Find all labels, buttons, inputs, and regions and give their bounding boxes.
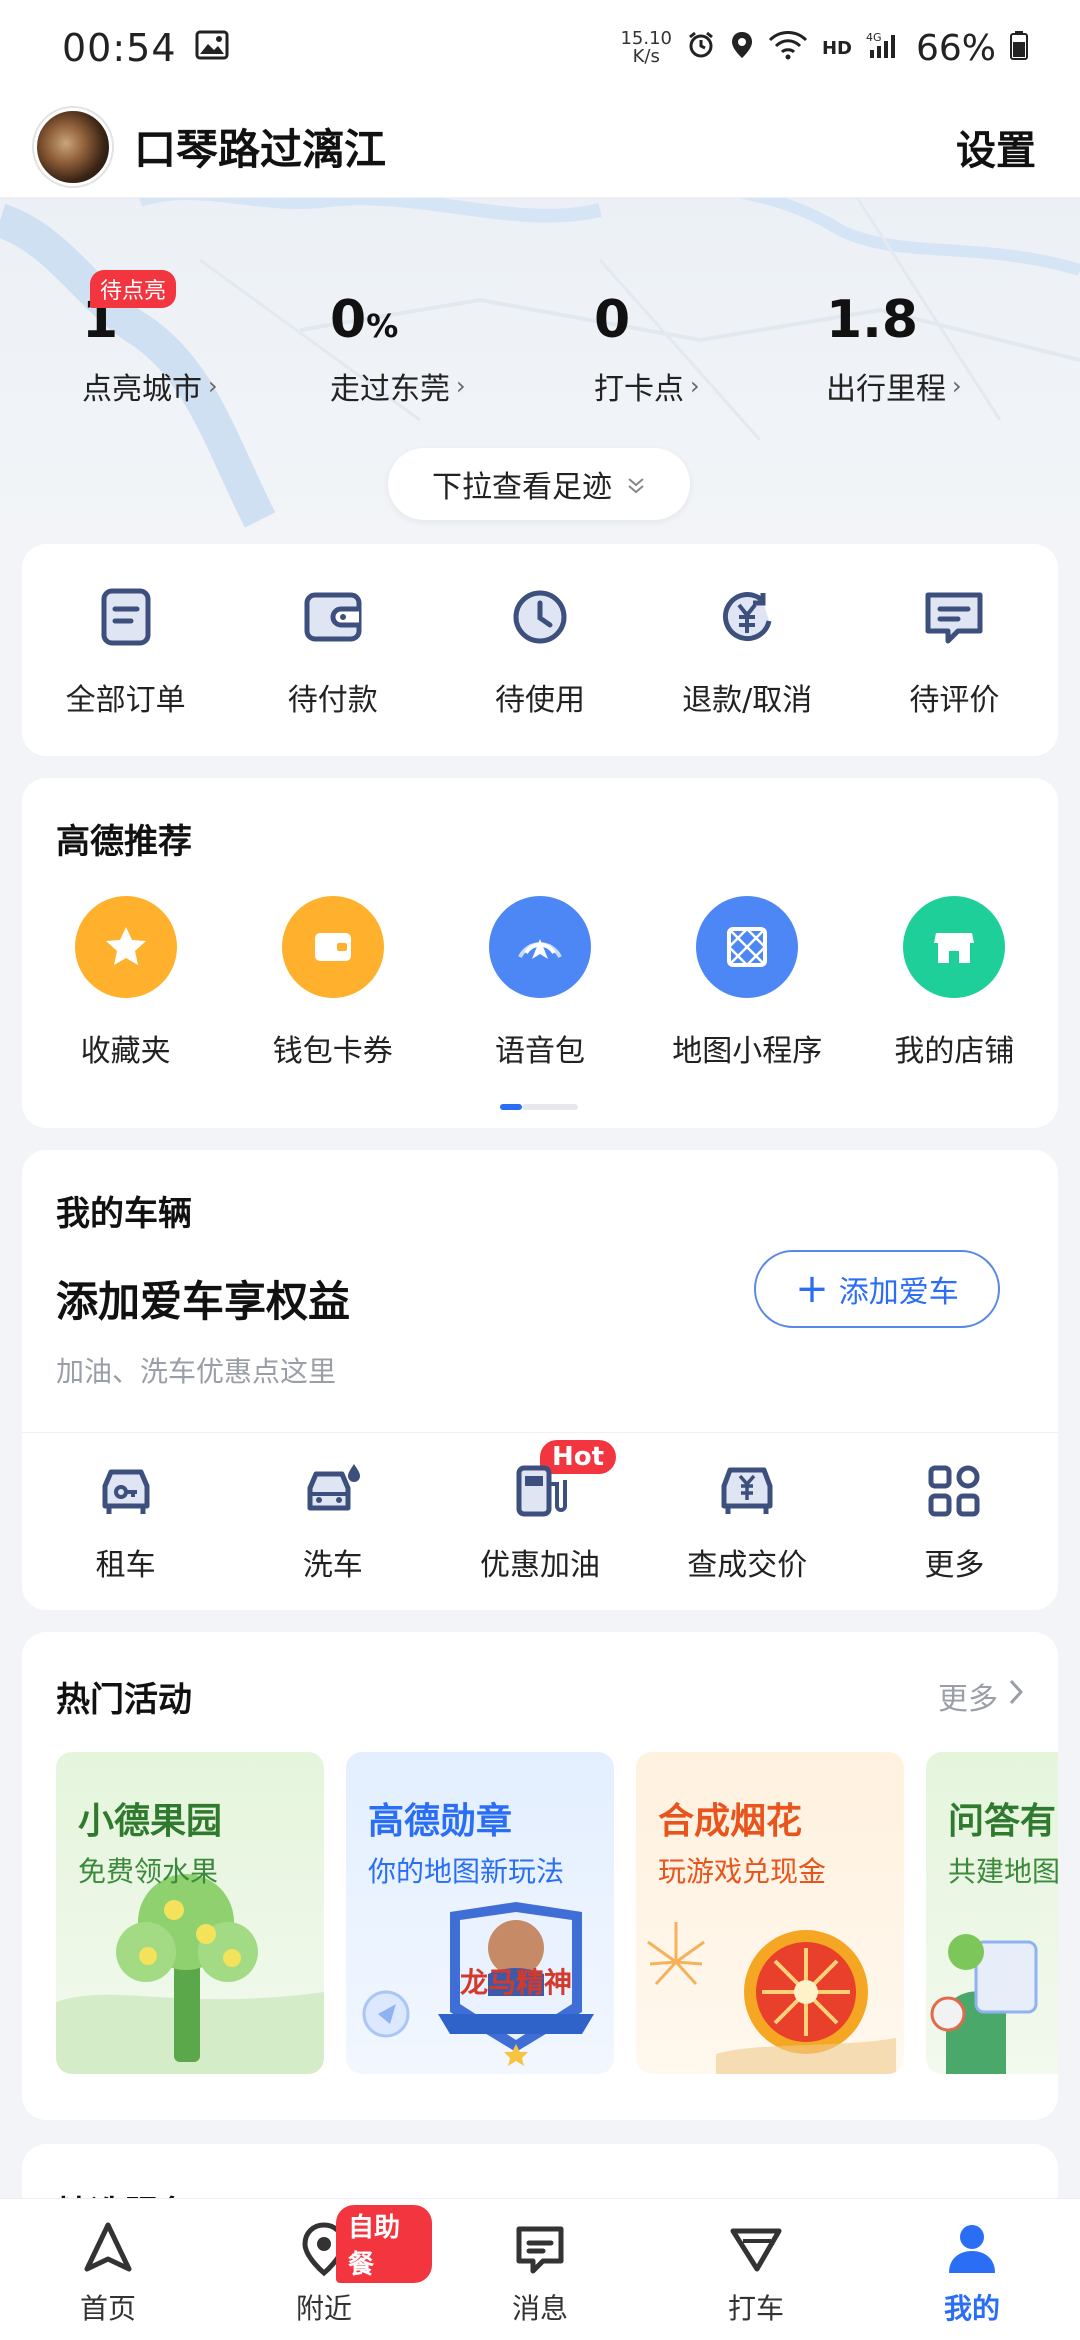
message-icon bbox=[516, 2226, 564, 2274]
wifi-icon bbox=[768, 28, 808, 69]
indicator-dot bbox=[522, 1104, 578, 1110]
fuel-discount[interactable]: 优惠加油 bbox=[436, 1450, 643, 1590]
fuel-icon bbox=[516, 1465, 567, 1517]
tab-nearby[interactable]: 附近 自助餐 bbox=[216, 2199, 432, 2340]
divider bbox=[22, 1432, 1058, 1433]
tab-mine[interactable]: 我的 bbox=[864, 2199, 1080, 2340]
chevron-right-icon: › bbox=[952, 372, 962, 400]
comment-icon bbox=[925, 592, 983, 644]
vehicle-title: 我的车辆 bbox=[56, 1194, 192, 1234]
stat-mileage[interactable]: 1.8 出行里程 › bbox=[826, 290, 962, 408]
clock-icon bbox=[513, 590, 567, 644]
rental-car-icon bbox=[102, 1469, 150, 1514]
order-to-review[interactable]: 待评价 bbox=[851, 544, 1058, 756]
recommend-card: 高德推荐 收藏夹 钱包卡券 语音包 地图小程序 我的店铺 bbox=[22, 778, 1058, 1128]
order-refund[interactable]: 退款/取消 bbox=[644, 544, 851, 756]
car-price-check[interactable]: 查成交价 bbox=[644, 1450, 851, 1590]
vehicle-subtitle: 加油、洗车优惠点这里 bbox=[56, 1355, 337, 1388]
net-speed: 15.10 K/s bbox=[620, 28, 672, 67]
vehicle-more[interactable]: 更多 bbox=[851, 1450, 1058, 1590]
hot-activities-card: 热门活动 更多 小德果园 免费领水果 龙马精神 高德勋章 你的地图新玩法 合成烟… bbox=[22, 1632, 1058, 2120]
vehicle-card: 我的车辆 添加爱车享权益 加油、洗车优惠点这里 + 添加爱车 Hot 租车 洗车… bbox=[22, 1150, 1058, 1610]
car-wash[interactable]: 洗车 bbox=[229, 1450, 436, 1590]
bottom-nav: 首页 附近 自助餐 消息 打车 我的 bbox=[0, 2198, 1080, 2340]
voice-pack-icon bbox=[489, 896, 591, 998]
settings-button[interactable]: 设置 bbox=[956, 118, 1036, 176]
orders-card: 全部订单 待付款 待使用 退款/取消 待评价 bbox=[22, 544, 1058, 756]
rec-favorites[interactable]: 收藏夹 bbox=[22, 896, 229, 1070]
tab-messages[interactable]: 消息 bbox=[432, 2199, 648, 2340]
status-bar: 00:54 15.10 K/s HD 4G 66% bbox=[0, 0, 1080, 96]
avatar[interactable] bbox=[34, 107, 112, 186]
pending-light-badge: 待点亮 bbox=[90, 270, 177, 308]
activity-medal[interactable]: 龙马精神 高德勋章 你的地图新玩法 bbox=[346, 1752, 614, 2074]
nearby-badge: 自助餐 bbox=[336, 2205, 432, 2283]
profile-icon bbox=[949, 2225, 995, 2273]
store-icon bbox=[903, 896, 1006, 998]
order-all[interactable]: 全部订单 bbox=[22, 544, 229, 756]
chevron-right-icon: › bbox=[208, 372, 218, 400]
chevron-right-icon bbox=[1008, 1677, 1024, 1715]
activities-more-link[interactable]: 更多 bbox=[938, 1674, 1024, 1718]
car-wash-icon bbox=[307, 1464, 360, 1511]
add-car-button[interactable]: + 添加爱车 bbox=[754, 1250, 1000, 1328]
tab-home[interactable]: 首页 bbox=[0, 2199, 216, 2340]
chevron-right-icon: › bbox=[690, 372, 700, 400]
rec-voice[interactable]: 语音包 bbox=[436, 896, 643, 1070]
alarm-icon bbox=[686, 28, 716, 69]
refund-icon bbox=[723, 592, 772, 642]
indicator-dot-active bbox=[500, 1104, 522, 1110]
activity-qa[interactable]: 问答有 共建地图 bbox=[926, 1752, 1058, 2074]
profile-header: 口琴路过漓江 设置 bbox=[0, 96, 1080, 198]
medal-calligraphy: 龙马精神 bbox=[460, 1966, 572, 1999]
tab-taxi[interactable]: 打车 bbox=[648, 2199, 864, 2340]
wallet-card-icon bbox=[281, 896, 384, 998]
double-chevron-down-icon bbox=[626, 467, 646, 502]
carousel-indicator bbox=[500, 1104, 578, 1110]
pull-footprint-button[interactable]: 下拉查看足迹 bbox=[388, 448, 690, 520]
order-list-icon bbox=[101, 588, 151, 646]
status-time: 00:54 bbox=[62, 26, 177, 70]
grid-more-icon bbox=[928, 1465, 980, 1517]
svg-text:4G: 4G bbox=[866, 31, 882, 44]
hd-icon: HD bbox=[821, 37, 852, 59]
gallery-icon bbox=[195, 28, 229, 69]
star-icon bbox=[74, 896, 177, 998]
order-unpaid[interactable]: 待付款 bbox=[229, 544, 436, 756]
stat-dongguan[interactable]: 0% 走过东莞 › bbox=[330, 290, 466, 408]
activities-title: 热门活动 bbox=[56, 1680, 192, 1720]
chevron-right-icon: › bbox=[456, 372, 466, 400]
rec-wallet[interactable]: 钱包卡券 bbox=[229, 896, 436, 1070]
activity-orchard[interactable]: 小德果园 免费领水果 bbox=[56, 1752, 324, 2074]
home-arrow-icon bbox=[84, 2222, 132, 2272]
taxi-icon bbox=[730, 2228, 782, 2272]
rec-store[interactable]: 我的店铺 bbox=[851, 896, 1058, 1070]
plus-icon: + bbox=[795, 1266, 829, 1312]
battery-percent: 66% bbox=[915, 27, 996, 69]
order-to-use[interactable]: 待使用 bbox=[436, 544, 643, 756]
signal-icon: 4G bbox=[866, 28, 902, 69]
battery-icon bbox=[1010, 28, 1028, 69]
location-icon bbox=[730, 28, 754, 69]
rec-mini-program[interactable]: 地图小程序 bbox=[644, 896, 851, 1070]
username[interactable]: 口琴路过漓江 bbox=[134, 116, 386, 177]
vehicle-headline: 添加爱车享权益 bbox=[56, 1277, 351, 1326]
recommend-title: 高德推荐 bbox=[56, 822, 192, 862]
stat-checkins[interactable]: 0 打卡点 › bbox=[594, 290, 700, 408]
price-car-icon bbox=[721, 1467, 773, 1514]
mini-program-icon bbox=[696, 896, 799, 998]
wallet-icon bbox=[304, 592, 362, 642]
activity-fireworks[interactable]: 合成烟花 玩游戏兑现金 bbox=[636, 1752, 904, 2074]
car-rental[interactable]: 租车 bbox=[22, 1450, 229, 1590]
